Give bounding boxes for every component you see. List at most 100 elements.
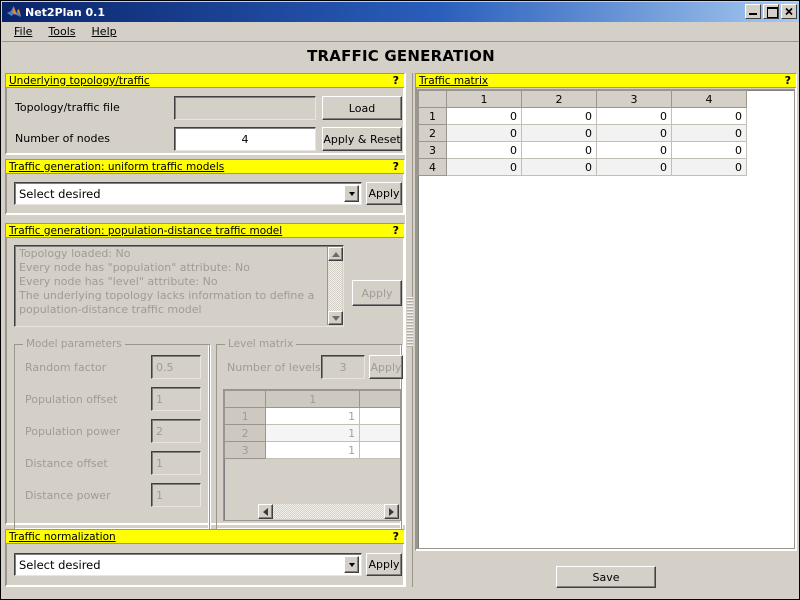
- menu-bar: File Tools Help: [2, 22, 799, 42]
- random-factor-label: Random factor: [25, 361, 107, 374]
- scroll-up-icon[interactable]: [328, 247, 343, 261]
- number-of-nodes-label: Number of nodes: [15, 132, 110, 145]
- table-row[interactable]: 1 1: [224, 407, 400, 425]
- level-matrix-cell[interactable]: 1: [265, 407, 361, 425]
- traffic-matrix-cell[interactable]: 0: [446, 124, 522, 142]
- traffic-matrix-col-header: 3: [596, 90, 672, 108]
- load-button[interactable]: Load: [322, 96, 402, 120]
- level-matrix-table[interactable]: 1 2 1 1 2 1: [224, 390, 400, 459]
- traffic-matrix-table[interactable]: 1 2 3 4 1 0 0 0 0 2 0 0 0 0 3 0 0 0 0 4 …: [418, 90, 747, 176]
- level-matrix-cell[interactable]: 1: [265, 424, 361, 442]
- level-matrix-cell[interactable]: [359, 424, 400, 442]
- menu-file-label: File: [14, 25, 33, 38]
- traffic-matrix-corner-header: [418, 90, 447, 108]
- help-icon[interactable]: ?: [393, 160, 401, 173]
- menu-tools-label: Tools: [48, 25, 76, 38]
- traffic-matrix-cell[interactable]: 0: [671, 158, 747, 176]
- uniform-apply-button[interactable]: Apply: [366, 182, 402, 205]
- chevron-down-icon[interactable]: [344, 185, 359, 202]
- traffic-matrix-cell[interactable]: 0: [521, 124, 597, 142]
- distance-power-input[interactable]: 1: [151, 483, 201, 507]
- scroll-left-icon[interactable]: [258, 504, 273, 519]
- level-matrix-apply-button[interactable]: Apply: [369, 355, 403, 379]
- help-icon[interactable]: ?: [785, 74, 793, 87]
- level-matrix-cell[interactable]: [359, 441, 400, 459]
- level-matrix-table-container[interactable]: 1 2 1 1 2 1: [223, 389, 401, 521]
- save-button[interactable]: Save: [556, 566, 656, 588]
- scroll-right-icon[interactable]: [384, 504, 399, 519]
- popdist-apply-button[interactable]: Apply: [352, 280, 402, 306]
- number-of-levels-input[interactable]: 3: [321, 355, 365, 379]
- help-icon[interactable]: ?: [393, 224, 401, 237]
- popdist-info-listbox[interactable]: Topology loaded: No Every node has "popu…: [14, 245, 344, 327]
- apply-and-reset-button[interactable]: Apply & Reset: [322, 127, 402, 151]
- traffic-matrix-cell[interactable]: 0: [596, 141, 672, 159]
- traffic-matrix-row-header: 1: [418, 107, 447, 125]
- menu-help-label: Help: [91, 25, 117, 38]
- page-title: TRAFFIC GENERATION: [307, 47, 495, 65]
- level-matrix-header-row: 1 2: [224, 390, 400, 408]
- topology-file-input[interactable]: [174, 96, 316, 120]
- info-vertical-scrollbar[interactable]: [327, 247, 343, 325]
- traffic-matrix-cell[interactable]: 0: [521, 107, 597, 125]
- table-row[interactable]: 2 0 0 0 0: [418, 124, 747, 142]
- table-row[interactable]: 1 0 0 0 0: [418, 107, 747, 125]
- level-matrix-cell[interactable]: 1: [265, 441, 361, 459]
- normalization-dropdown[interactable]: Select desired: [14, 553, 362, 576]
- random-factor-input[interactable]: 0.5: [151, 355, 201, 379]
- panel-popdist-body: Topology loaded: No Every node has "popu…: [6, 238, 404, 530]
- panel-splitter[interactable]: [405, 73, 413, 587]
- traffic-matrix-row-header: 2: [418, 124, 447, 142]
- table-row[interactable]: 4 0 0 0 0: [418, 158, 747, 176]
- traffic-matrix-cell[interactable]: 0: [671, 141, 747, 159]
- topology-file-label: Topology/traffic file: [15, 101, 120, 114]
- menu-tools[interactable]: Tools: [40, 23, 83, 40]
- traffic-matrix-cell[interactable]: 0: [446, 141, 522, 159]
- menu-help[interactable]: Help: [84, 23, 125, 40]
- traffic-matrix-cell[interactable]: 0: [671, 107, 747, 125]
- panel-uniform-body: Select desired Apply: [6, 174, 404, 214]
- traffic-matrix-cell[interactable]: 0: [596, 158, 672, 176]
- traffic-matrix-cell[interactable]: 0: [446, 158, 522, 176]
- splitter-grip[interactable]: [407, 297, 413, 347]
- traffic-matrix-cell[interactable]: 0: [521, 158, 597, 176]
- minimize-button[interactable]: [745, 4, 761, 19]
- scroll-down-icon[interactable]: [328, 311, 343, 325]
- table-row[interactable]: 2 1: [224, 424, 400, 442]
- table-row[interactable]: 3 0 0 0 0: [418, 141, 747, 159]
- distance-offset-input[interactable]: 1: [151, 451, 201, 475]
- normalization-selected-value: Select desired: [19, 557, 101, 572]
- chevron-down-icon[interactable]: [344, 556, 359, 573]
- table-row[interactable]: 3 1: [224, 441, 400, 459]
- traffic-matrix-col-header: 1: [446, 90, 522, 108]
- traffic-matrix-cell[interactable]: 0: [446, 107, 522, 125]
- help-icon[interactable]: ?: [393, 74, 401, 87]
- window-controls: [745, 4, 797, 19]
- traffic-matrix-col-header: 2: [521, 90, 597, 108]
- population-power-input[interactable]: 2: [151, 419, 201, 443]
- traffic-matrix-cell[interactable]: 0: [671, 124, 747, 142]
- menu-file[interactable]: File: [6, 23, 40, 40]
- level-matrix-row-header: 2: [224, 424, 267, 442]
- panel-underlying-topology-title: Underlying topology/traffic ?: [6, 74, 404, 88]
- info-line: Every node has "population" attribute: N…: [19, 261, 250, 274]
- close-button[interactable]: [781, 4, 797, 19]
- matlab-membrane-icon: [6, 4, 22, 20]
- traffic-matrix-cell[interactable]: 0: [521, 141, 597, 159]
- normalization-apply-button[interactable]: Apply: [366, 553, 402, 576]
- panel-traffic-matrix-title: Traffic matrix ?: [416, 74, 796, 88]
- traffic-matrix-cell[interactable]: 0: [596, 124, 672, 142]
- level-matrix-horizontal-scrollbar[interactable]: [258, 504, 399, 519]
- population-offset-input[interactable]: 1: [151, 387, 201, 411]
- traffic-matrix-table-container[interactable]: 1 2 3 4 1 0 0 0 0 2 0 0 0 0 3 0 0 0 0 4 …: [417, 89, 795, 549]
- number-of-nodes-input[interactable]: 4: [174, 127, 316, 151]
- uniform-model-dropdown[interactable]: Select desired: [14, 182, 362, 205]
- level-matrix-col-header: 1: [265, 390, 361, 408]
- maximize-button[interactable]: [763, 4, 779, 19]
- level-matrix-cell[interactable]: [359, 407, 400, 425]
- group-level-matrix-title: Level matrix: [225, 338, 297, 350]
- help-icon[interactable]: ?: [393, 530, 401, 543]
- traffic-matrix-cell[interactable]: 0: [596, 107, 672, 125]
- info-line: Topology loaded: No: [19, 247, 131, 260]
- level-matrix-col-header: 2: [359, 390, 400, 408]
